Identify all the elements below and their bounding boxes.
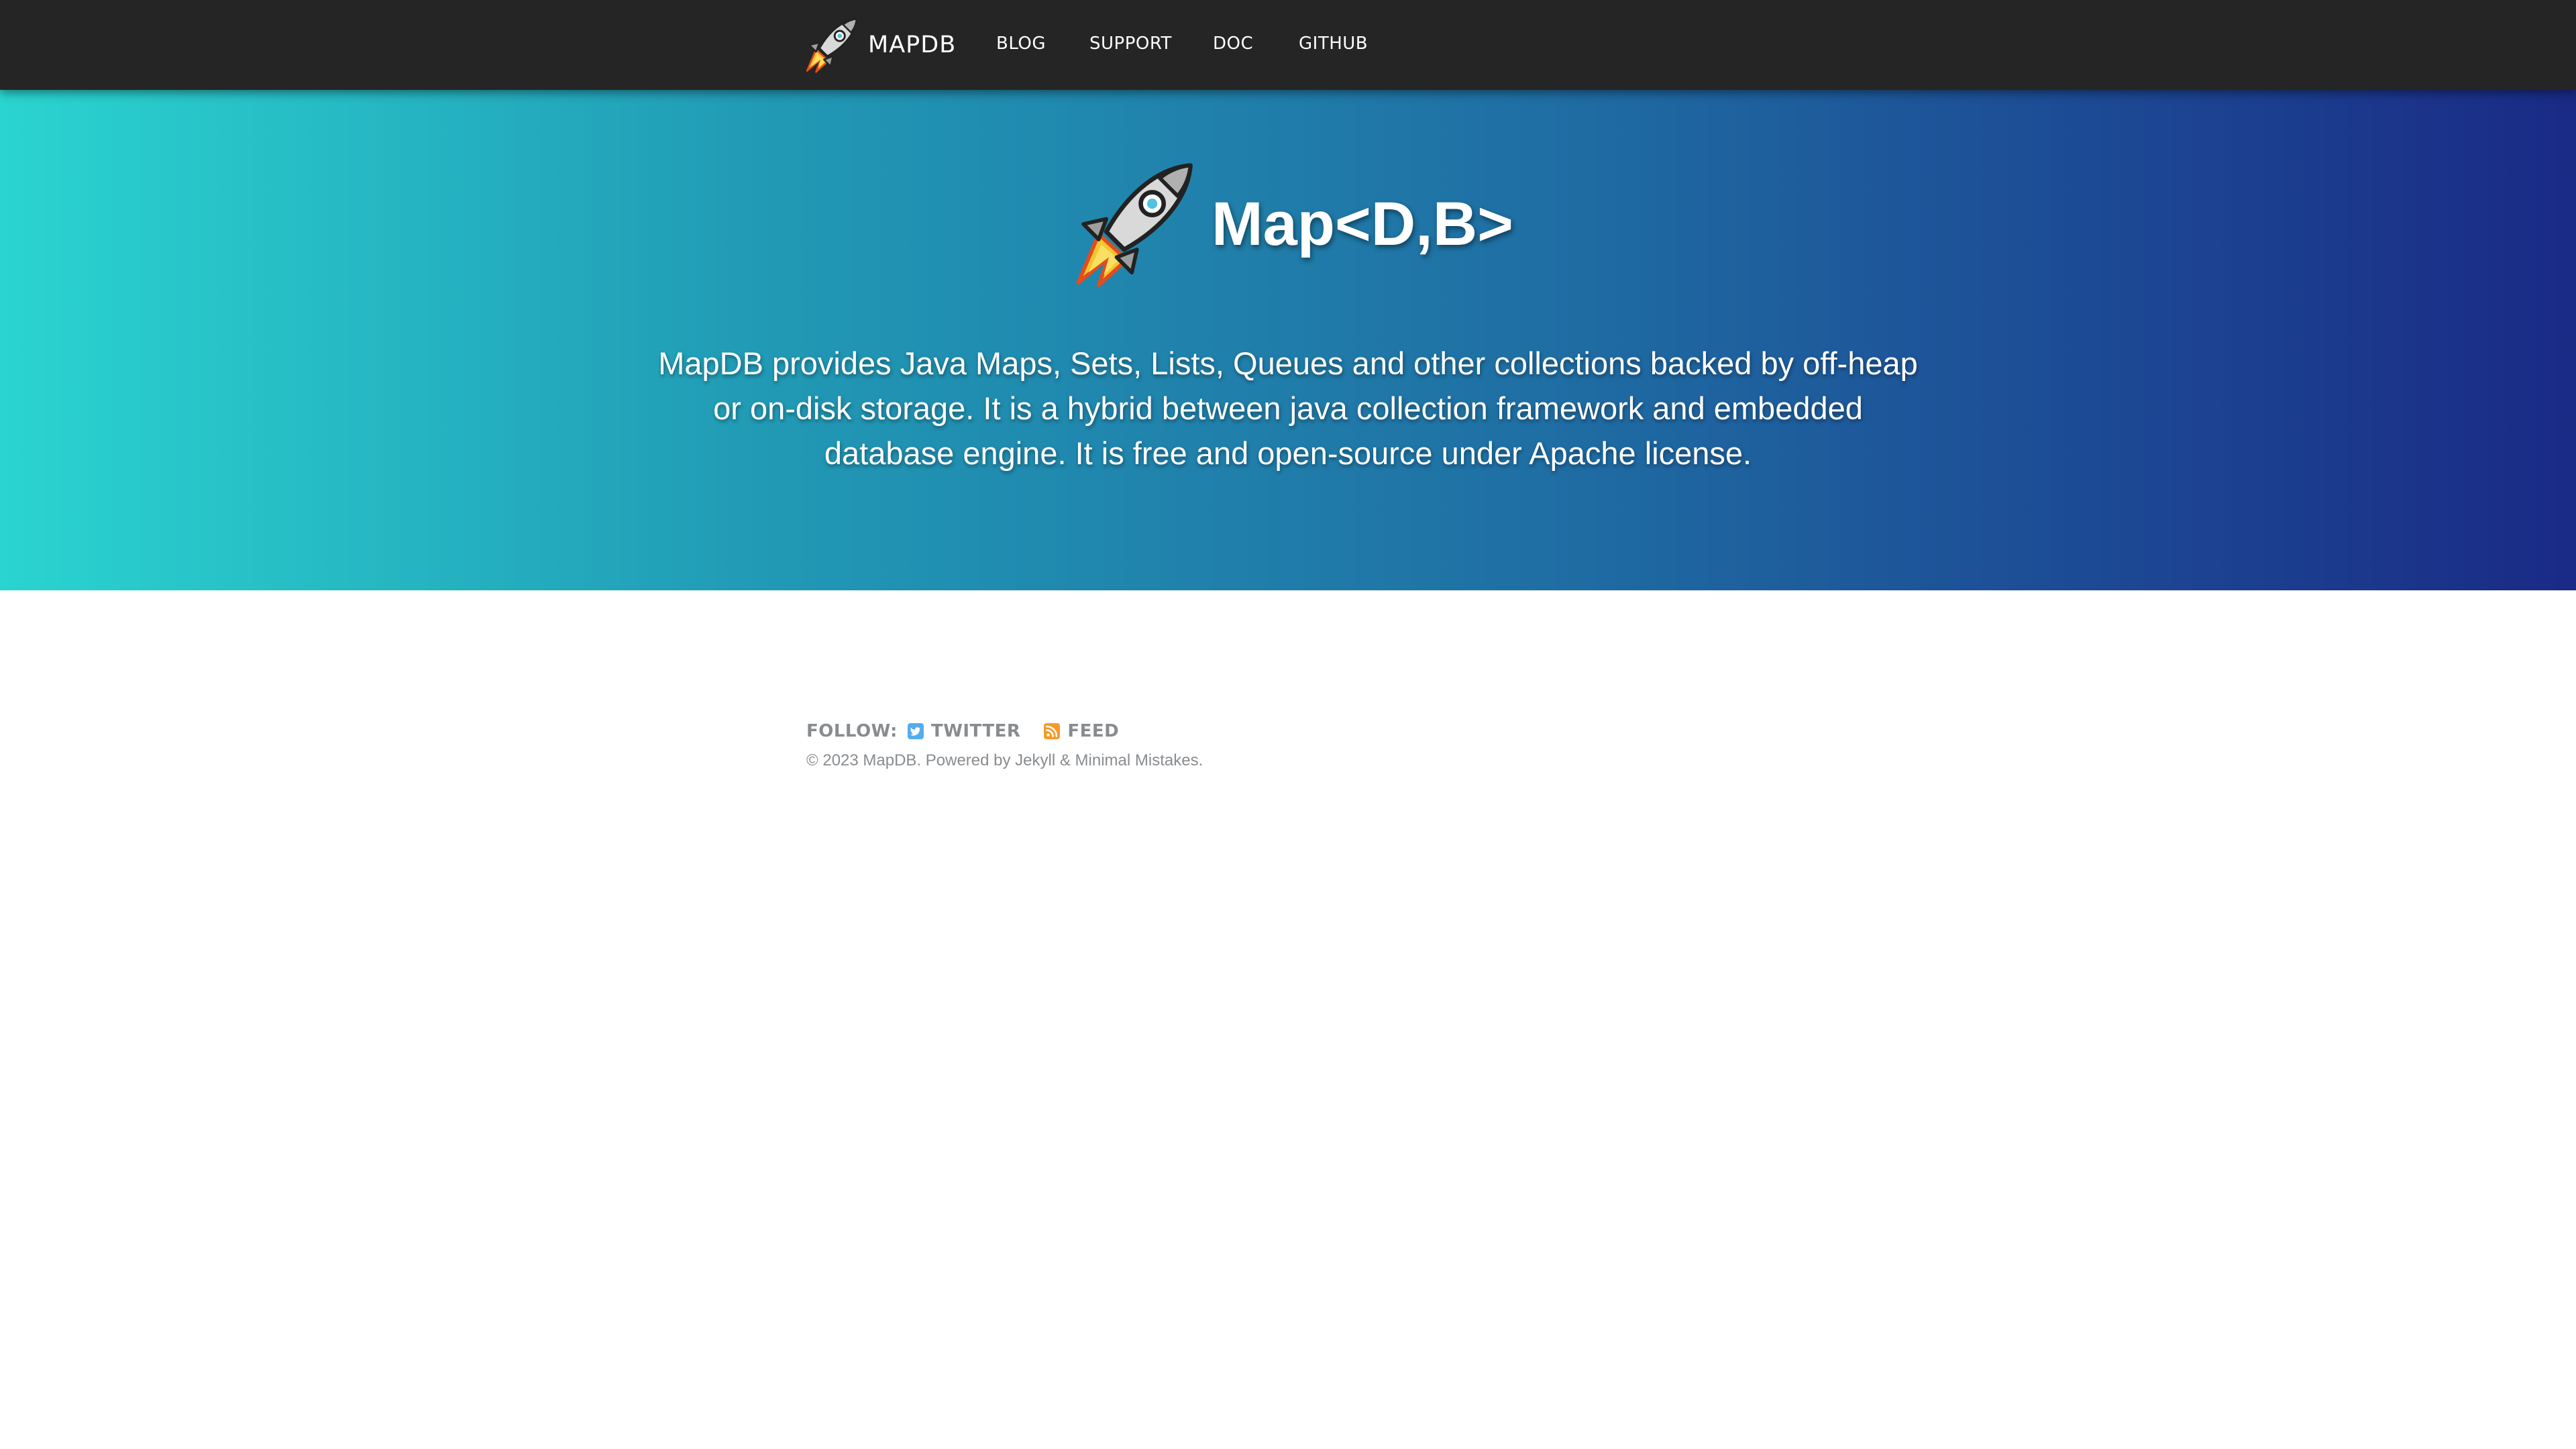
brand-home-link[interactable]: MAPDB <box>804 17 957 73</box>
rocket-icon <box>806 17 858 73</box>
nav-link-github[interactable]: GITHUB <box>1299 34 1368 54</box>
rocket-icon <box>1071 160 1198 288</box>
page-footer: FOLLOW: TWITTER FEED © 2023 MapDB. Power… <box>806 718 1813 770</box>
twitter-link[interactable]: TWITTER <box>907 721 1020 741</box>
hero-title-row: Map<D,B> <box>1071 157 1513 291</box>
hero-description: MapDB provides Java Maps, Sets, Lists, Q… <box>658 345 1918 471</box>
feed-label: FEED <box>1067 721 1120 741</box>
nav-link-doc[interactable]: DOC <box>1213 34 1253 54</box>
hero-banner: Map<D,B> MapDB provides Java Maps, Sets,… <box>0 90 2576 590</box>
top-navigation-bar: MAPDB BLOG SUPPORT DOC GITHUB <box>0 0 2576 90</box>
nav-link-support[interactable]: SUPPORT <box>1089 34 1172 54</box>
brand-name: MAPDB <box>868 32 957 58</box>
follow-label: FOLLOW: <box>806 721 898 741</box>
twitter-label: TWITTER <box>930 721 1021 741</box>
feed-link[interactable]: FEED <box>1043 721 1119 741</box>
follow-row: FOLLOW: TWITTER FEED <box>806 718 1813 745</box>
copyright-notice: © 2023 MapDB. Powered by Jekyll & Minima… <box>806 751 1203 769</box>
nav-link-blog[interactable]: BLOG <box>996 34 1046 54</box>
hero-title: Map<D,B> <box>1212 189 1513 258</box>
twitter-icon <box>907 723 924 739</box>
rss-feed-icon <box>1044 723 1061 739</box>
